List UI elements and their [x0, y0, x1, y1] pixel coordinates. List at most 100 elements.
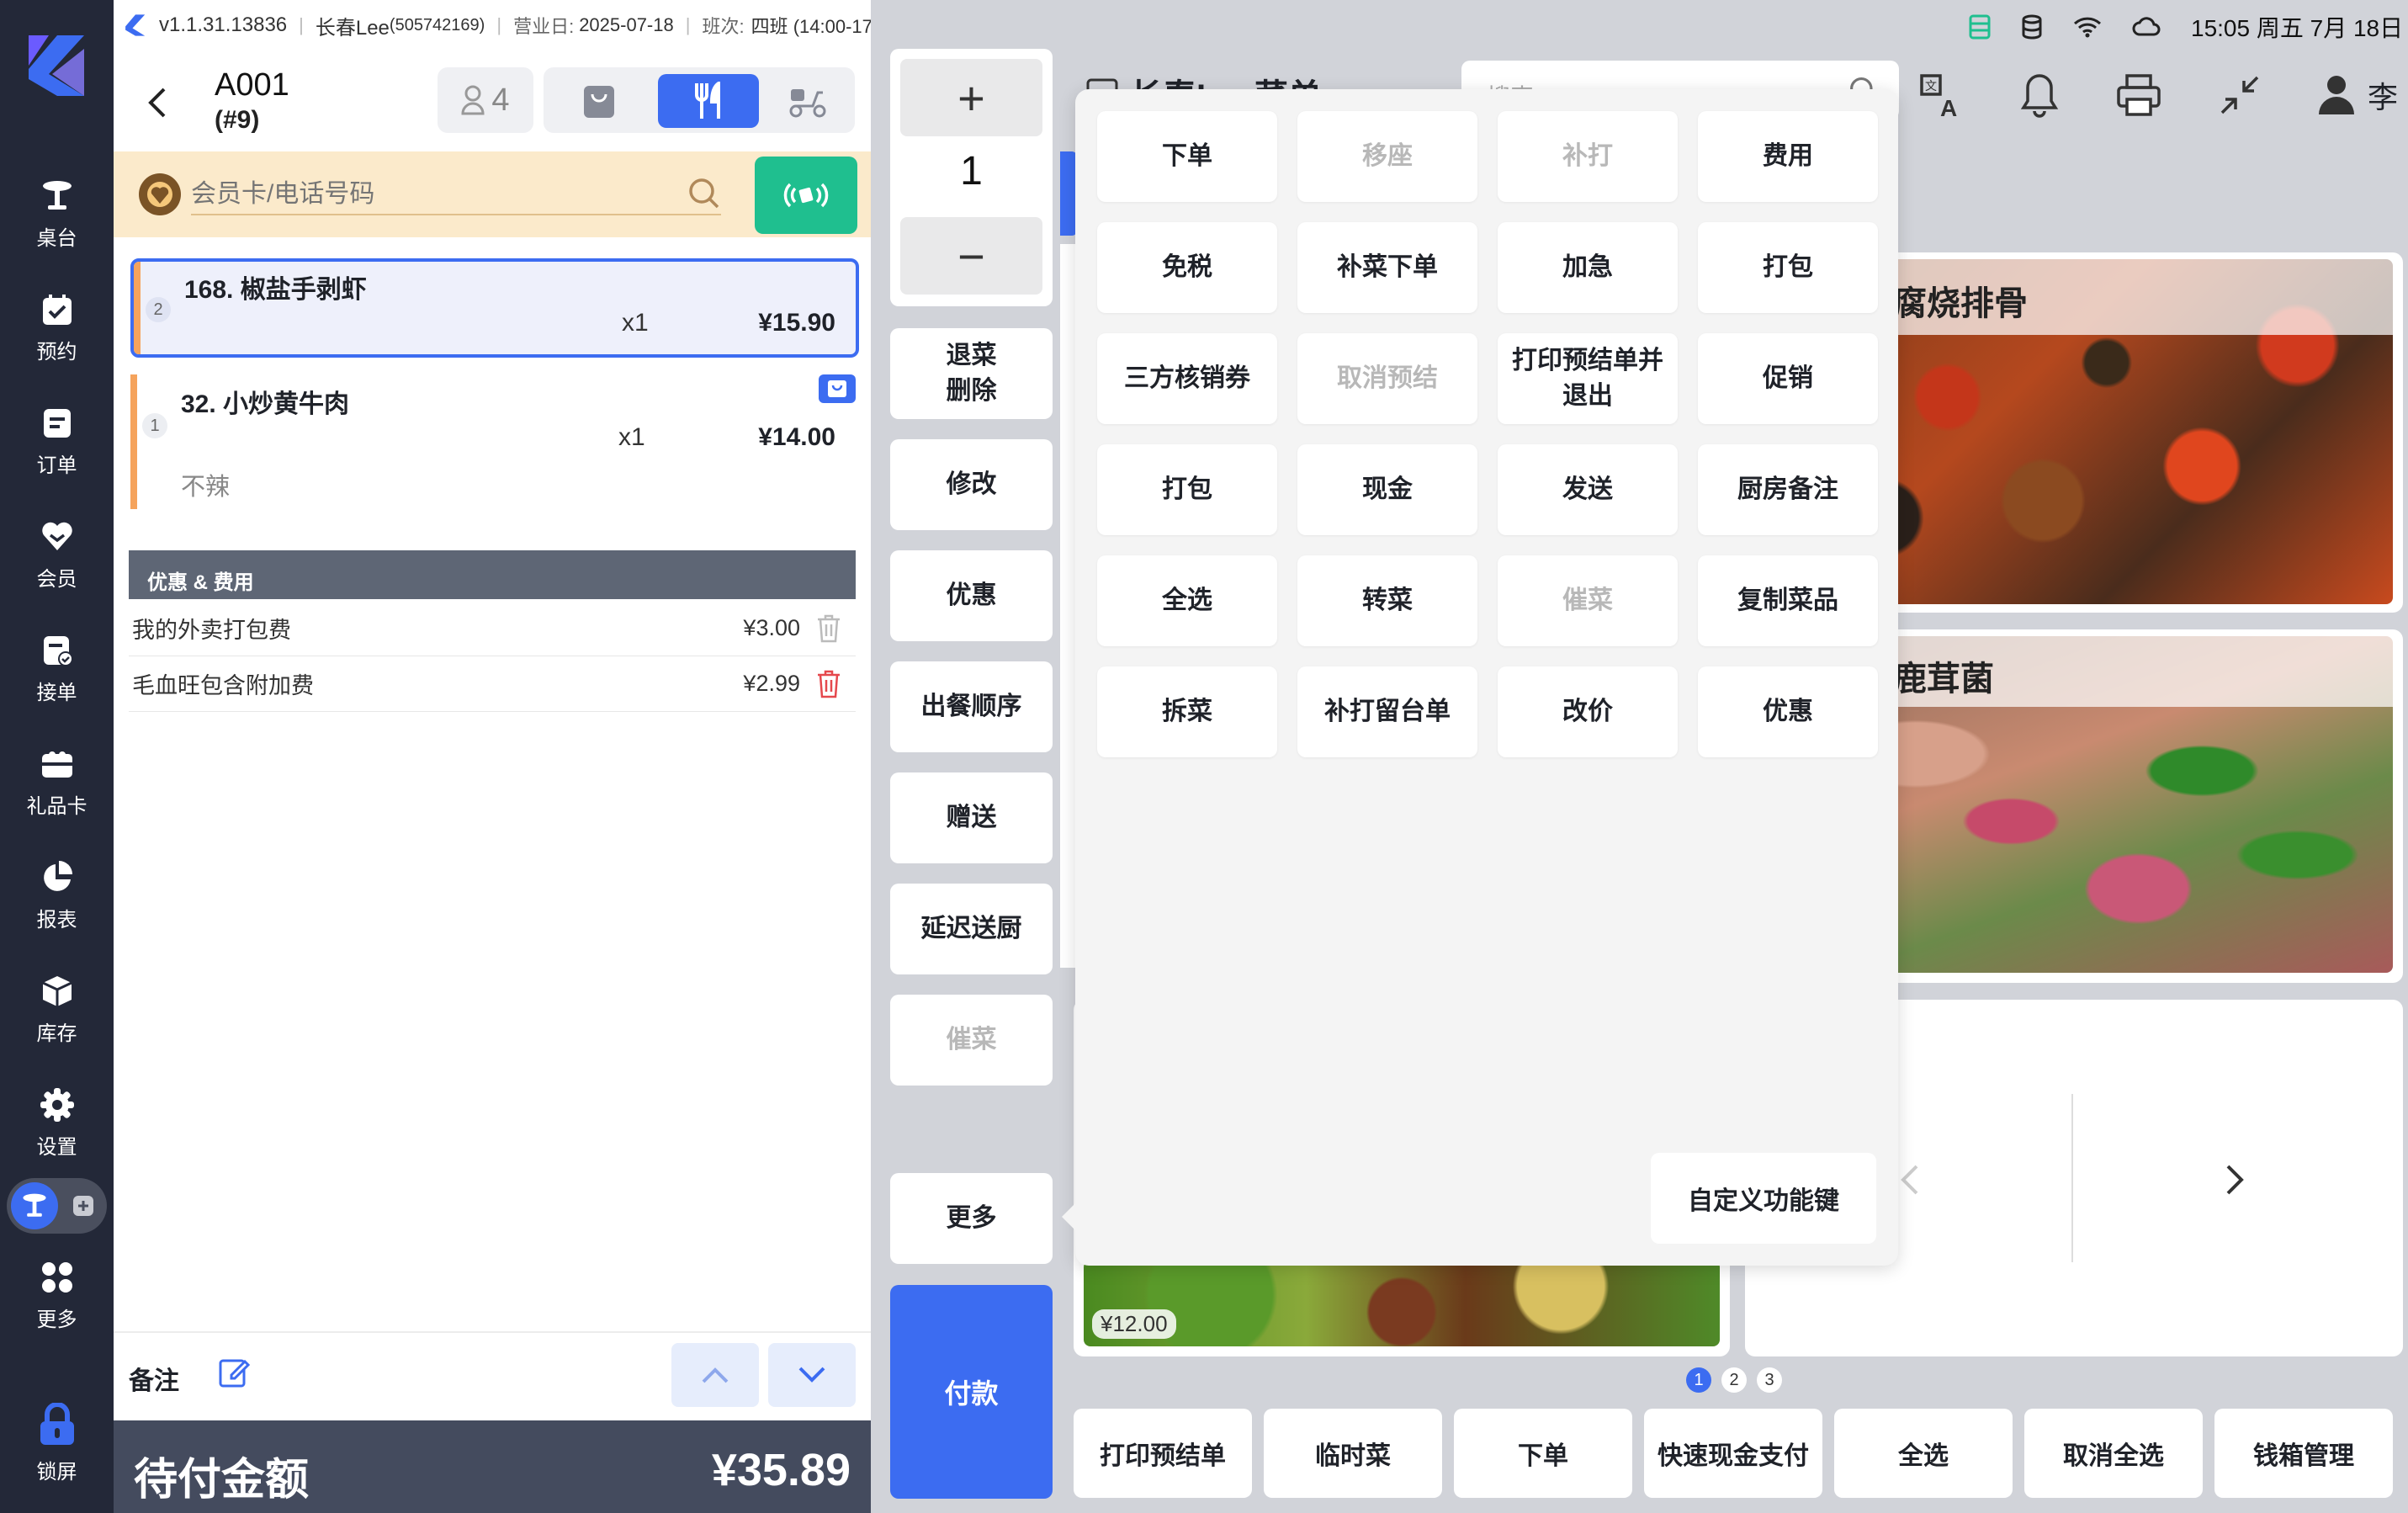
bag-icon	[584, 86, 614, 118]
popup-action-button[interactable]: 打包	[1097, 444, 1277, 535]
edit-remark-button[interactable]	[218, 1356, 250, 1388]
remark-label: 备注	[129, 1367, 179, 1395]
order-item[interactable]: 1 32. 小炒黄牛肉 x1 ¥14.00 不辣	[130, 374, 859, 509]
member-search-input[interactable]	[191, 175, 721, 215]
nav-label: 更多	[36, 1308, 77, 1331]
store-id: (505742169)	[389, 15, 485, 35]
nav-item-more[interactable]: 更多	[0, 1241, 114, 1351]
popup-action-button[interactable]: 现金	[1297, 444, 1477, 535]
discount-header: 优惠 & 费用	[129, 550, 856, 599]
popup-action-button[interactable]: 下单	[1097, 111, 1277, 202]
category-strip	[1060, 151, 1077, 236]
popup-action-button[interactable]: 厨房备注	[1698, 444, 1878, 535]
order-item[interactable]: 2 168. 椒盐手剥虾 x1 ¥15.90	[130, 258, 859, 358]
nav-label: 桌台	[36, 226, 77, 250]
popup-action-button[interactable]: 补打	[1498, 111, 1678, 202]
settings-icon	[40, 1087, 74, 1122]
accept-order-icon	[43, 635, 73, 666]
business-day-label: 营业日:	[513, 16, 575, 37]
guest-count-button[interactable]: 4	[438, 67, 533, 133]
chevron-left-icon[interactable]	[1898, 1163, 1920, 1197]
popup-action-button[interactable]: 拆菜	[1097, 666, 1277, 757]
popup-action-button[interactable]: 补菜下单	[1297, 222, 1477, 313]
popup-action-button[interactable]: 加急	[1498, 222, 1678, 313]
quantity-stepper: + 1 −	[890, 49, 1053, 306]
search-icon	[689, 178, 719, 209]
popup-action-button[interactable]: 移座	[1297, 111, 1477, 202]
delivery-tab[interactable]	[776, 77, 840, 125]
toolbar-button[interactable]: 全选	[1834, 1409, 2013, 1498]
printer-icon[interactable]	[2115, 72, 2162, 118]
popup-action-button[interactable]: 优惠	[1698, 666, 1878, 757]
nav-item-inventory[interactable]: 库存	[0, 955, 114, 1064]
popup-action-button[interactable]: 费用	[1698, 111, 1878, 202]
item-qty: x1	[618, 423, 645, 451]
decrement-button[interactable]: −	[900, 217, 1042, 295]
popup-action-button[interactable]: 全选	[1097, 555, 1277, 646]
custom-function-button[interactable]: 自定义功能键	[1651, 1153, 1876, 1244]
popup-action-button[interactable]: 促销	[1698, 333, 1878, 424]
user-menu[interactable]: 李	[2317, 73, 2398, 117]
increment-button[interactable]: +	[900, 59, 1042, 136]
nav-item-reports[interactable]: 报表	[0, 841, 114, 951]
shift-label: 班次:	[702, 16, 745, 37]
toolbar-button[interactable]: 取消全选	[2024, 1409, 2203, 1498]
scroll-down-button[interactable]	[768, 1343, 856, 1407]
lock-icon	[40, 1402, 74, 1445]
toolbar-button[interactable]: 钱箱管理	[2214, 1409, 2393, 1498]
nav-item-accept[interactable]: 接单	[0, 614, 114, 724]
popup-action-button[interactable]: 打包	[1698, 222, 1878, 313]
status-strip: v1.1.31.13836 | 长春Lee (505742169) | 营业日: 2…	[114, 0, 904, 50]
rush-button[interactable]: 催菜	[890, 995, 1053, 1086]
popup-action-button[interactable]: 催菜	[1498, 555, 1678, 646]
mode-switch[interactable]	[7, 1178, 107, 1234]
nfc-scan-button[interactable]	[755, 157, 857, 234]
popup-action-button[interactable]: 取消预结	[1297, 333, 1477, 424]
popup-action-button[interactable]: 转菜	[1297, 555, 1477, 646]
delay-kitchen-button[interactable]: 延迟送厨	[890, 884, 1053, 974]
toolbar-button[interactable]: 临时菜	[1264, 1409, 1442, 1498]
bell-icon[interactable]	[2020, 72, 2059, 118]
toolbar-button[interactable]: 下单	[1454, 1409, 1632, 1498]
toolbar-button[interactable]: 打印预结单	[1074, 1409, 1252, 1498]
page-dot[interactable]: 2	[1721, 1367, 1747, 1393]
void-delete-button[interactable]: 退菜 删除	[890, 328, 1053, 419]
takeaway-tab[interactable]	[559, 77, 639, 125]
member-search-button[interactable]	[687, 177, 721, 210]
popup-action-button[interactable]: 免税	[1097, 222, 1277, 313]
popup-action-button[interactable]: 复制菜品	[1698, 555, 1878, 646]
popup-action-button[interactable]: 打印预结单并 退出	[1498, 333, 1678, 424]
popup-action-button[interactable]: 补打留台单	[1297, 666, 1477, 757]
takeout-mode-icon	[71, 1193, 96, 1218]
serving-order-button[interactable]: 出餐顺序	[890, 661, 1053, 752]
modify-button[interactable]: 修改	[890, 439, 1053, 530]
back-button[interactable]	[146, 86, 179, 119]
pay-button[interactable]: 付款	[890, 1285, 1053, 1499]
popup-action-button[interactable]: 发送	[1498, 444, 1678, 535]
toolbar-button[interactable]: 快速现金支付	[1644, 1409, 1822, 1498]
discount-button[interactable]: 优惠	[890, 550, 1053, 641]
popup-action-button[interactable]: 三方核销券	[1097, 333, 1277, 424]
scroll-up-button[interactable]	[671, 1343, 759, 1407]
nav-item-giftcard[interactable]: 礼品卡	[0, 728, 114, 837]
dine-in-tab[interactable]	[658, 74, 759, 128]
gift-button[interactable]: 赠送	[890, 772, 1053, 863]
minimize-icon[interactable]	[2219, 74, 2261, 116]
chevron-right-icon[interactable]	[2225, 1163, 2246, 1197]
nav-item-members[interactable]: 会员	[0, 501, 114, 610]
more-actions-popup: 下单 移座 补打 费用 免税 补菜下单 加急 打包 三方核销券 取消预结 打印预结单并 退出 促销 打包…	[1075, 89, 1898, 1266]
more-button[interactable]: 更多	[890, 1173, 1053, 1264]
nav-item-tables[interactable]: 桌台	[0, 160, 114, 269]
nav-item-settings[interactable]: 设置	[0, 1069, 114, 1178]
popup-action-button[interactable]: 改价	[1498, 666, 1678, 757]
language-icon[interactable]: 文A	[1918, 72, 1964, 118]
trash-icon[interactable]	[815, 613, 842, 644]
nav-item-reservations[interactable]: 预约	[0, 273, 114, 383]
page-dot[interactable]: 3	[1757, 1367, 1782, 1393]
server-icon	[1969, 14, 1991, 40]
nav-item-lock[interactable]: 锁屏	[0, 1388, 114, 1498]
page-dot-active[interactable]: 1	[1686, 1367, 1711, 1393]
nav-item-orders[interactable]: 订单	[0, 387, 114, 496]
divider	[2071, 1094, 2073, 1262]
trash-icon[interactable]	[815, 669, 842, 699]
